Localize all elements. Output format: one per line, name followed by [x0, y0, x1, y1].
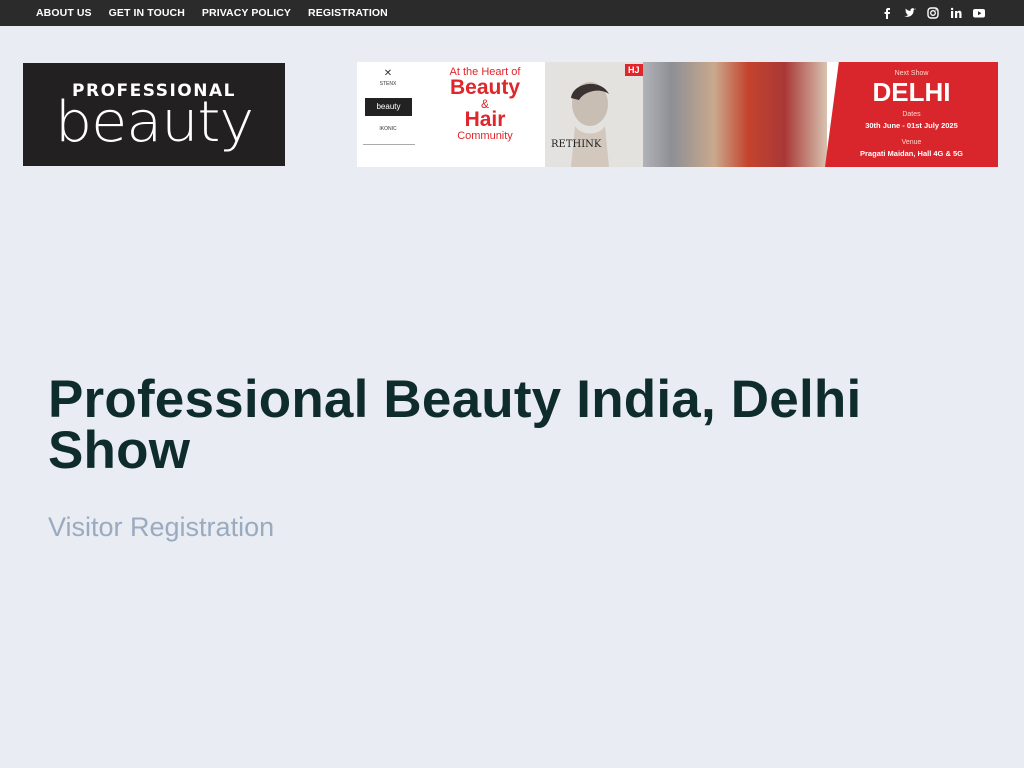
top-nav: ABOUT US GET IN TOUCH PRIVACY POLICY REG… [36, 0, 405, 26]
page-title: Professional Beauty India, Delhi Show [48, 370, 862, 480]
show-city: DELHI [872, 77, 951, 107]
banner-sponsor-logos: ✕ STENX beauty IKONIC [357, 62, 419, 167]
magazine-badge: HJ [625, 64, 643, 76]
stenx-icon: ✕ [383, 68, 393, 79]
social-links [871, 0, 986, 26]
tagline-beauty: Beauty [449, 76, 521, 99]
banner-mini-logo: beauty [365, 98, 412, 116]
banner-photo-collage: HJ RETHINK [545, 62, 827, 167]
page-subtitle: Visitor Registration [48, 512, 275, 542]
youtube-icon[interactable] [972, 6, 986, 20]
sponsor-stenx: STENX [379, 81, 397, 87]
magazine-cover-image: HJ RETHINK [545, 62, 643, 167]
nav-link-about-us[interactable]: ABOUT US [36, 7, 92, 19]
professional-beauty-logo[interactable]: PROFESSIONAL beauty [23, 63, 285, 166]
logo-line2: beauty [54, 90, 254, 155]
top-bar: ABOUT US GET IN TOUCH PRIVACY POLICY REG… [0, 0, 1024, 26]
model-portrait-icon [571, 82, 609, 167]
magazine-title: RETHINK [551, 139, 602, 150]
nav-link-get-in-touch[interactable]: GET IN TOUCH [109, 7, 185, 19]
venue-label: Venue [901, 139, 922, 146]
banner-show-info: Next Show DELHI Dates 30th June - 01st J… [825, 62, 998, 167]
dates-label: Dates [902, 111, 921, 118]
linkedin-icon[interactable] [949, 6, 963, 20]
next-show-label: Next Show [894, 70, 929, 77]
nav-link-registration[interactable]: REGISTRATION [308, 7, 388, 19]
twitter-icon[interactable] [903, 6, 917, 20]
instagram-icon[interactable] [926, 6, 940, 20]
banner-tagline: At the Heart of Beauty & Hair Community [425, 66, 545, 142]
show-dates: 30th June - 01st July 2025 [865, 121, 958, 130]
nav-link-privacy-policy[interactable]: PRIVACY POLICY [202, 7, 291, 19]
facebook-icon[interactable] [880, 6, 894, 20]
sponsor-ikonic: IKONIC [379, 126, 397, 132]
tagline-community: Community [457, 130, 513, 142]
banner-divider [363, 144, 415, 145]
show-venue: Pragati Maidan, Hall 4G & 5G [860, 149, 963, 158]
event-banner[interactable]: ✕ STENX beauty IKONIC At the Heart of Be… [357, 62, 998, 167]
tagline-hair: Hair [464, 108, 506, 131]
